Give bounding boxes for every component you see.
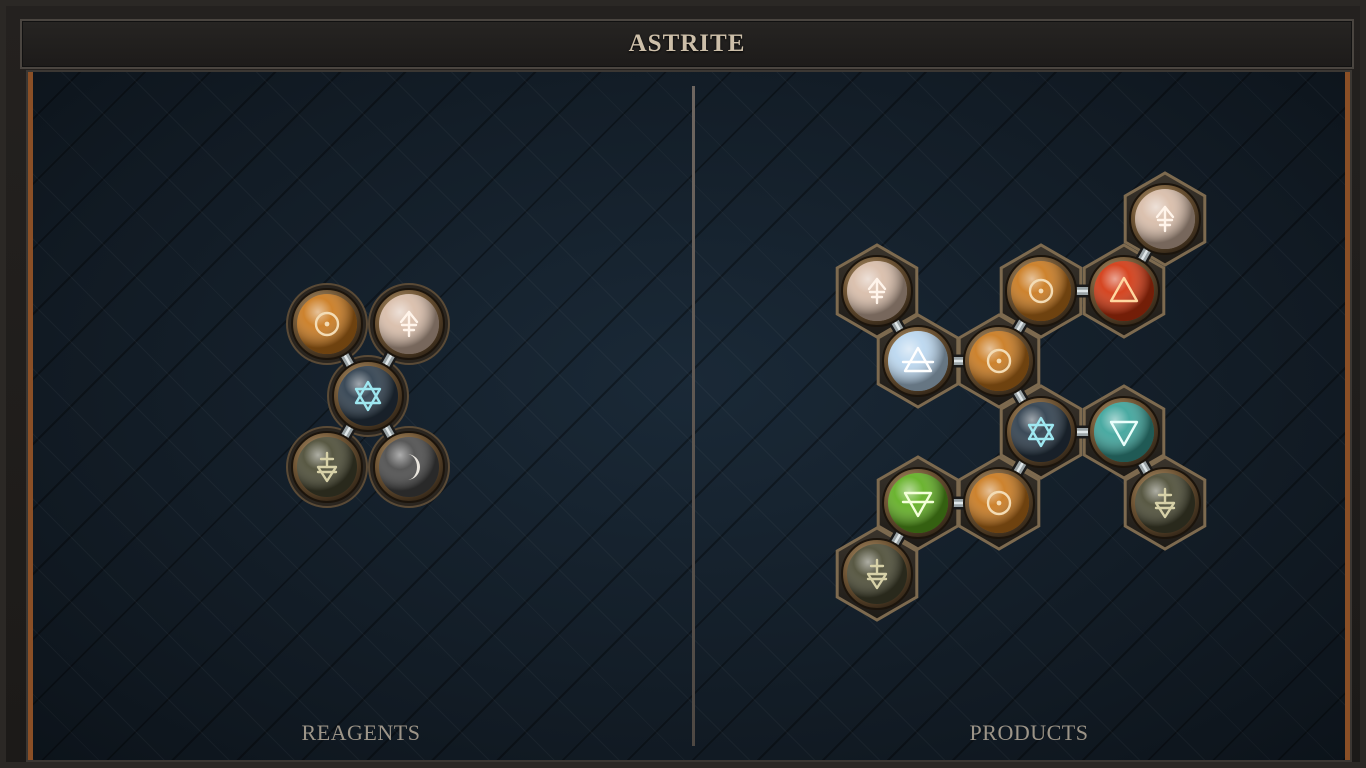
reagent-atom-earth xyxy=(291,431,363,503)
product-atom-life xyxy=(882,467,954,539)
reagent-atom-salt xyxy=(373,288,445,360)
title-bar: ASTRITE xyxy=(20,19,1354,69)
product-atom-gold xyxy=(963,467,1035,539)
products-label: PRODUCTS xyxy=(969,720,1089,745)
reagent-atom-quintessence xyxy=(332,360,404,432)
window-frame: ASTRITE REAGENTS PRODUCTS xyxy=(0,0,1366,768)
product-atom-gold xyxy=(963,325,1035,397)
atom-layer xyxy=(291,183,1201,610)
molecule-board: REAGENTS PRODUCTS xyxy=(26,70,1352,762)
product-atom-earth xyxy=(1129,467,1201,539)
panel-divider xyxy=(692,86,695,746)
product-atom-air xyxy=(882,325,954,397)
reagent-atom-silver xyxy=(373,431,445,503)
product-atom-salt xyxy=(841,255,913,327)
reagents-label: REAGENTS xyxy=(301,720,421,745)
product-atom-salt xyxy=(1129,183,1201,255)
page-title: ASTRITE xyxy=(628,30,746,57)
product-atom-earth xyxy=(841,538,913,610)
product-atom-gold xyxy=(1005,255,1077,327)
product-atom-water xyxy=(1088,396,1160,468)
product-atom-quintessence xyxy=(1005,396,1077,468)
product-atom-fire xyxy=(1088,255,1160,327)
hex-backplates xyxy=(286,171,1207,622)
reagent-atom-gold xyxy=(291,288,363,360)
